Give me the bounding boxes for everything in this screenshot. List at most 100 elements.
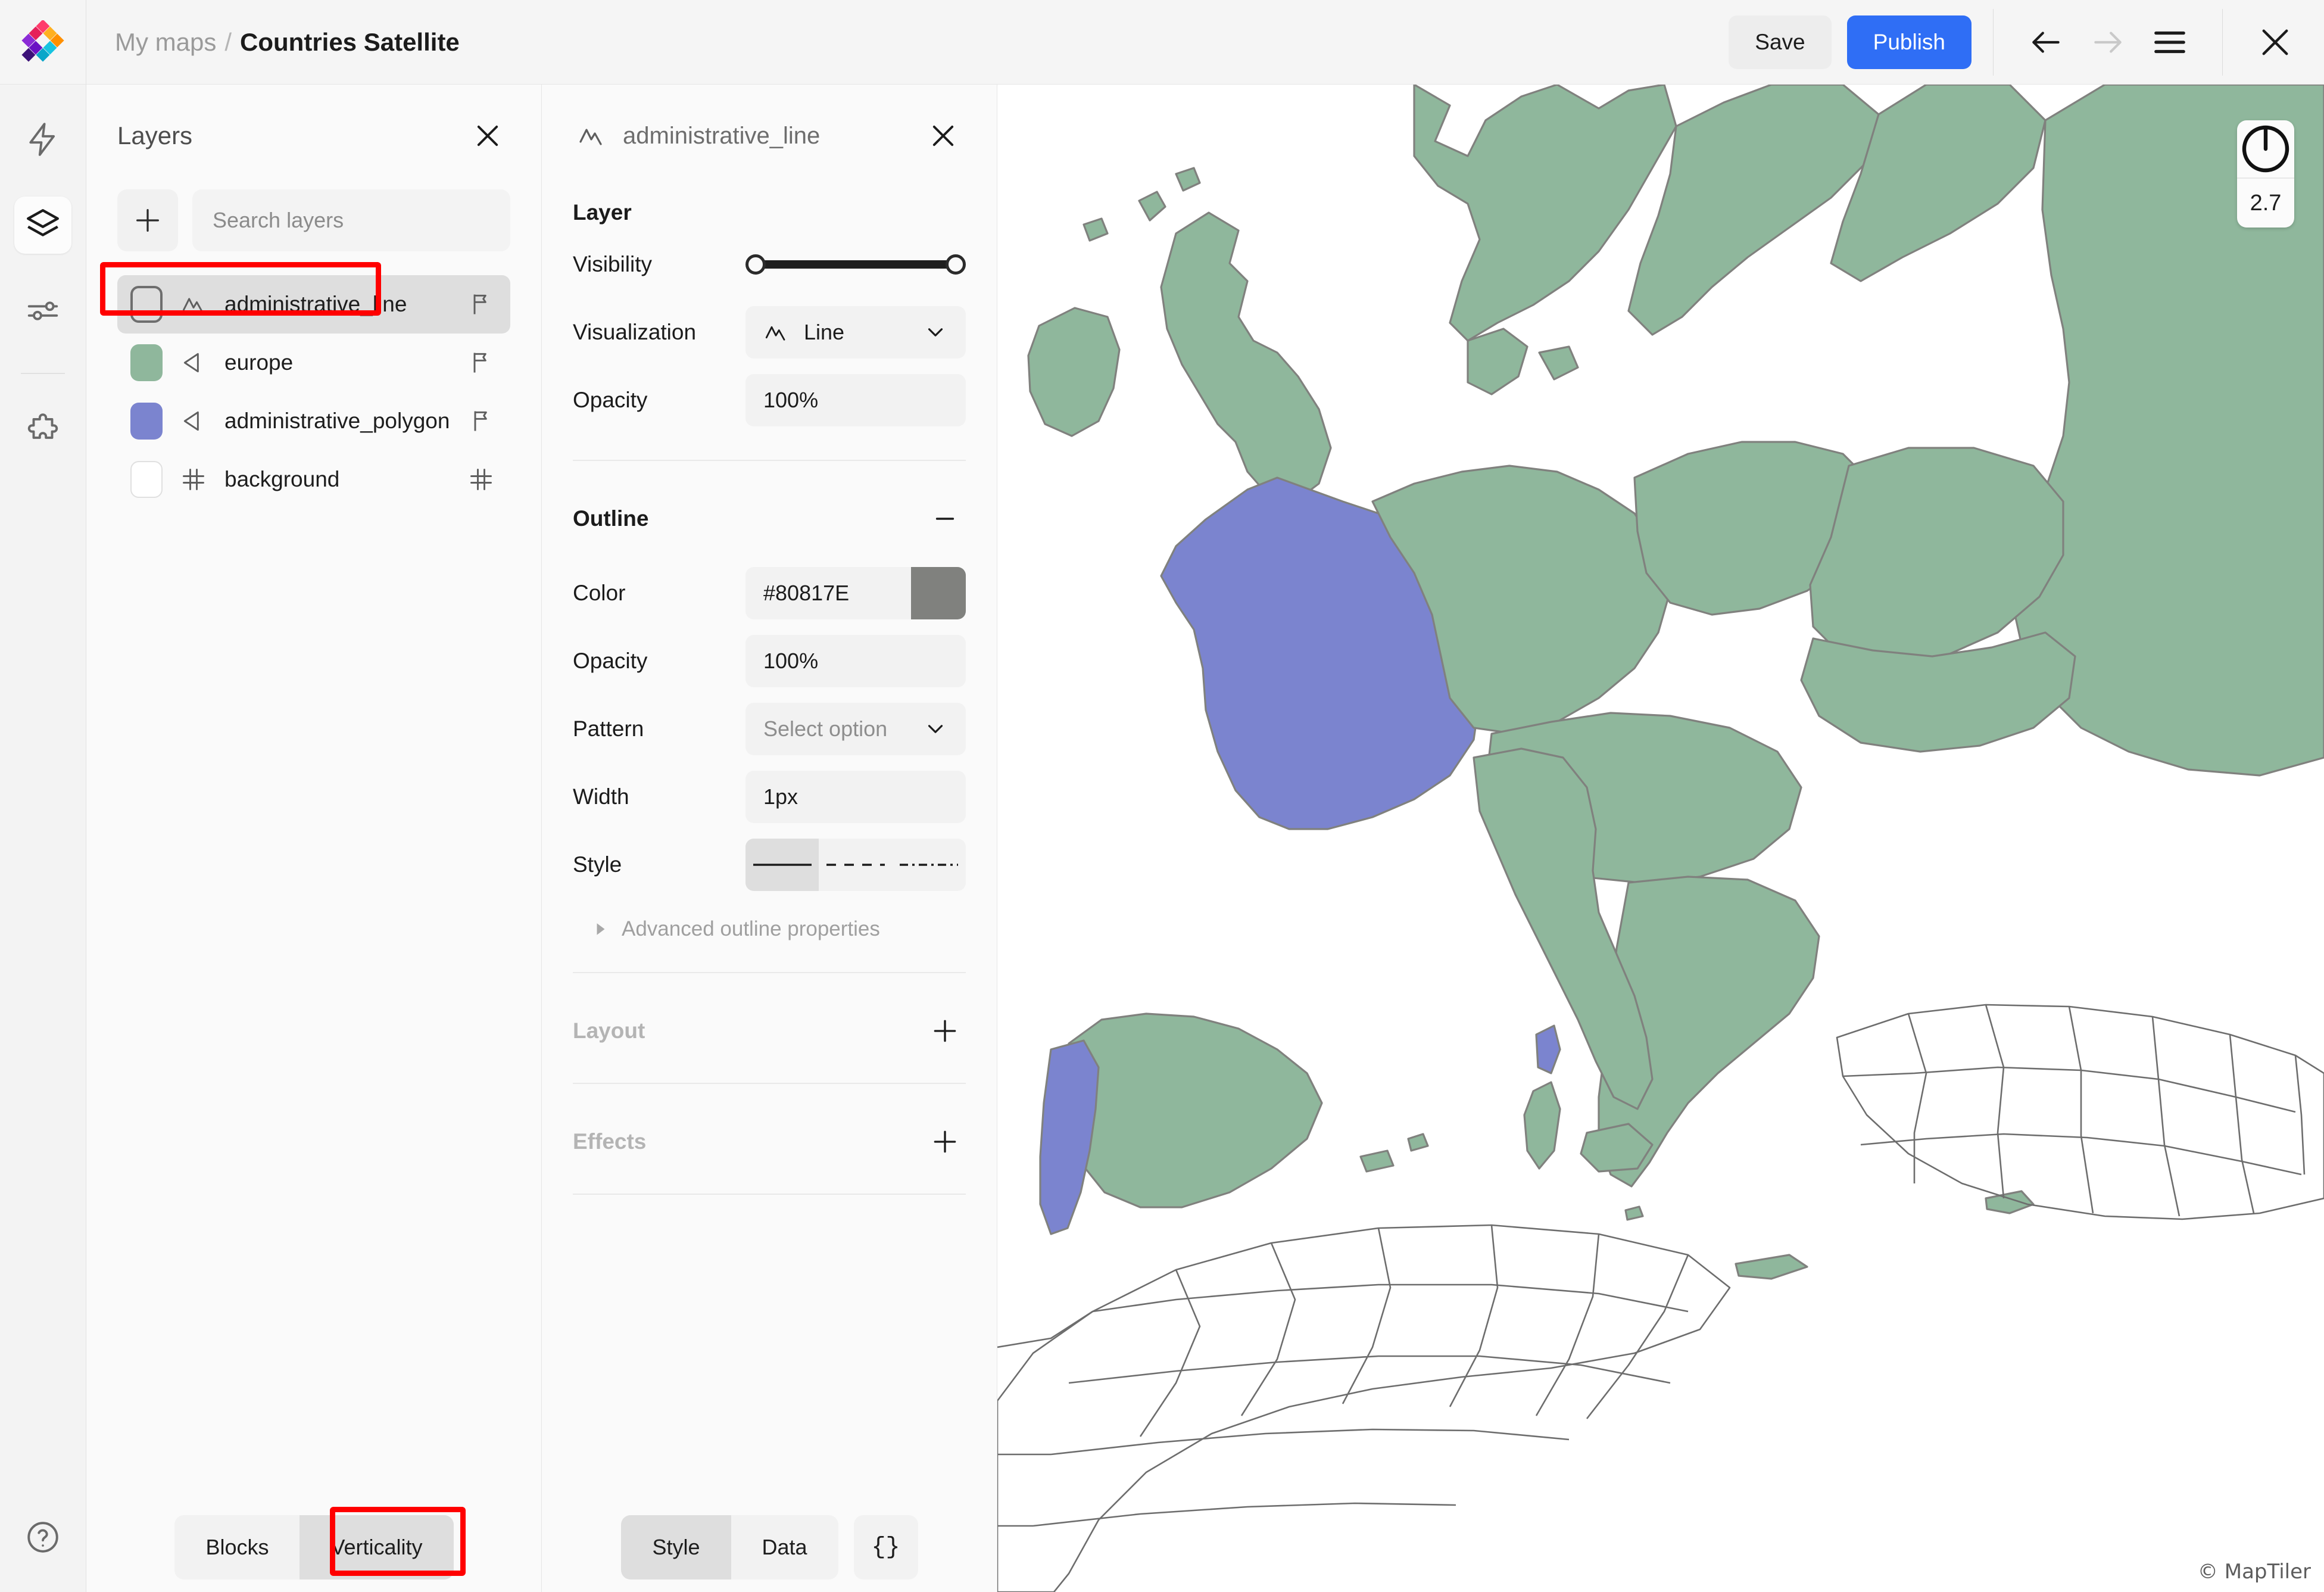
slider-handle-max[interactable]	[946, 254, 966, 275]
layer-row-background[interactable]: background	[117, 450, 510, 509]
style-option-dashed-line[interactable]	[819, 839, 892, 891]
style-panel: administrative_line Layer Visibility Vis…	[542, 85, 997, 1592]
layer-row-administrative-polygon[interactable]: administrative_polygon	[117, 392, 510, 450]
rail-item-plugins[interactable]	[14, 401, 71, 459]
line-icon	[179, 291, 208, 317]
flag-icon[interactable]	[465, 350, 497, 376]
outline-opacity-input[interactable]: 100%	[745, 635, 966, 687]
visualization-value: Line	[804, 320, 845, 344]
visualization-select[interactable]: Line	[745, 306, 966, 359]
slider-handle-min[interactable]	[745, 254, 766, 275]
layer-opacity-input[interactable]: 100%	[745, 374, 966, 426]
back-button[interactable]	[2015, 11, 2077, 73]
layer-color-swatch[interactable]	[130, 344, 163, 381]
field-outline-pattern: Pattern Select option	[542, 700, 997, 758]
section-title-effects: Effects	[573, 1129, 647, 1154]
tab-data[interactable]: Data	[731, 1515, 838, 1579]
layer-color-swatch[interactable]	[130, 461, 163, 498]
section-divider-4	[573, 1194, 966, 1195]
outline-color-field[interactable]: #80817E	[745, 567, 966, 619]
outline-color-value: #80817E	[763, 581, 850, 605]
polygon-icon	[179, 408, 208, 434]
help-circle-icon	[27, 1522, 58, 1553]
outline-width-input[interactable]: 1px	[745, 771, 966, 823]
field-visibility: Visibility	[542, 236, 997, 293]
field-outline-color: Color #80817E	[542, 565, 997, 622]
app-logo-container[interactable]	[0, 0, 86, 85]
layer-name-label: administrative_polygon	[224, 409, 450, 433]
layer-color-swatch[interactable]	[130, 286, 163, 323]
layout-add-button[interactable]	[924, 1010, 966, 1052]
map-canvas[interactable]: 2.7 © MapTiler	[997, 85, 2324, 1592]
publish-button[interactable]: Publish	[1846, 15, 1971, 69]
tab-verticality[interactable]: Verticality	[300, 1515, 454, 1579]
style-option-dash-dot-line[interactable]	[893, 839, 966, 891]
layers-panel-close-button[interactable]	[465, 113, 510, 158]
style-panel-close-button[interactable]	[921, 113, 966, 158]
compass-dial-icon	[2242, 125, 2289, 173]
outline-collapse-button[interactable]	[924, 498, 966, 540]
hamburger-menu-icon	[2154, 31, 2185, 53]
field-label-visibility: Visibility	[573, 252, 652, 276]
visibility-range-slider[interactable]	[745, 253, 966, 276]
field-label-width: Width	[573, 784, 629, 809]
section-divider-3	[573, 1083, 966, 1084]
grid-icon[interactable]	[465, 466, 497, 493]
map-zoom-control[interactable]: 2.7	[2237, 120, 2294, 228]
advanced-outline-properties-toggle[interactable]: Advanced outline properties	[542, 893, 997, 941]
map-attribution[interactable]: © MapTiler	[2198, 1560, 2311, 1584]
pattern-value: Select option	[763, 716, 888, 741]
effects-add-button[interactable]	[924, 1121, 966, 1163]
json-editor-button[interactable]: {}	[853, 1515, 918, 1579]
compass-dial-button[interactable]	[2237, 120, 2294, 177]
dashed-line-icon	[826, 864, 885, 866]
chevron-down-icon	[923, 716, 948, 742]
style-panel-footer: Style Data {}	[542, 1503, 997, 1592]
outline-style-segmented-control	[745, 839, 966, 891]
minus-icon	[935, 518, 954, 520]
outline-color-chip[interactable]	[911, 567, 966, 619]
outline-pattern-select[interactable]: Select option	[745, 703, 966, 755]
layer-name-label: administrative_line	[224, 292, 407, 316]
field-outline-width: Width 1px	[542, 768, 997, 825]
layer-list: administrative_line europe administrativ…	[86, 251, 541, 509]
section-divider-2	[573, 972, 966, 973]
triangle-right-icon	[597, 923, 605, 935]
map-zoom-level-value: 2.7	[2250, 190, 2282, 216]
forward-button[interactable]	[2077, 11, 2139, 73]
plus-icon	[934, 1130, 956, 1153]
rail-item-settings[interactable]	[14, 282, 71, 339]
add-layer-button[interactable]	[117, 189, 178, 251]
field-label-opacity: Opacity	[573, 388, 648, 412]
search-layers-input[interactable]	[192, 189, 510, 251]
flag-icon[interactable]	[465, 291, 497, 317]
tab-style[interactable]: Style	[621, 1515, 731, 1579]
breadcrumb-separator: /	[224, 27, 232, 56]
layers-stack-icon	[27, 209, 59, 236]
save-button[interactable]: Save	[1729, 15, 1832, 69]
tab-blocks[interactable]: Blocks	[174, 1515, 300, 1579]
field-label-style: Style	[573, 852, 622, 877]
section-title-outline: Outline	[573, 506, 649, 531]
arrow-left-icon	[2032, 31, 2060, 53]
app-header: My maps / Countries Satellite Save Publi…	[0, 0, 2324, 85]
layer-row-administrative-line[interactable]: administrative_line	[117, 275, 510, 334]
style-data-toggle: Style Data	[621, 1515, 838, 1579]
rail-item-help[interactable]	[14, 1509, 71, 1566]
rail-item-quickstart[interactable]	[14, 111, 71, 168]
sliders-icon	[27, 301, 58, 320]
layer-color-swatch[interactable]	[130, 403, 163, 440]
style-option-solid-line[interactable]	[745, 839, 819, 891]
field-outline-opacity: Opacity 100%	[542, 633, 997, 690]
header-divider	[1993, 8, 1994, 76]
layer-row-europe[interactable]: europe	[117, 334, 510, 392]
breadcrumb-parent[interactable]: My maps	[115, 28, 216, 57]
field-outline-style: Style	[542, 836, 997, 893]
flag-icon[interactable]	[466, 408, 497, 434]
puzzle-piece-icon	[27, 413, 58, 439]
field-label-pattern: Pattern	[573, 716, 644, 741]
rail-item-layers[interactable]	[14, 197, 71, 254]
menu-button[interactable]	[2139, 11, 2201, 73]
close-editor-button[interactable]	[2244, 11, 2306, 73]
layers-panel-footer: Blocks Verticality	[86, 1503, 542, 1592]
